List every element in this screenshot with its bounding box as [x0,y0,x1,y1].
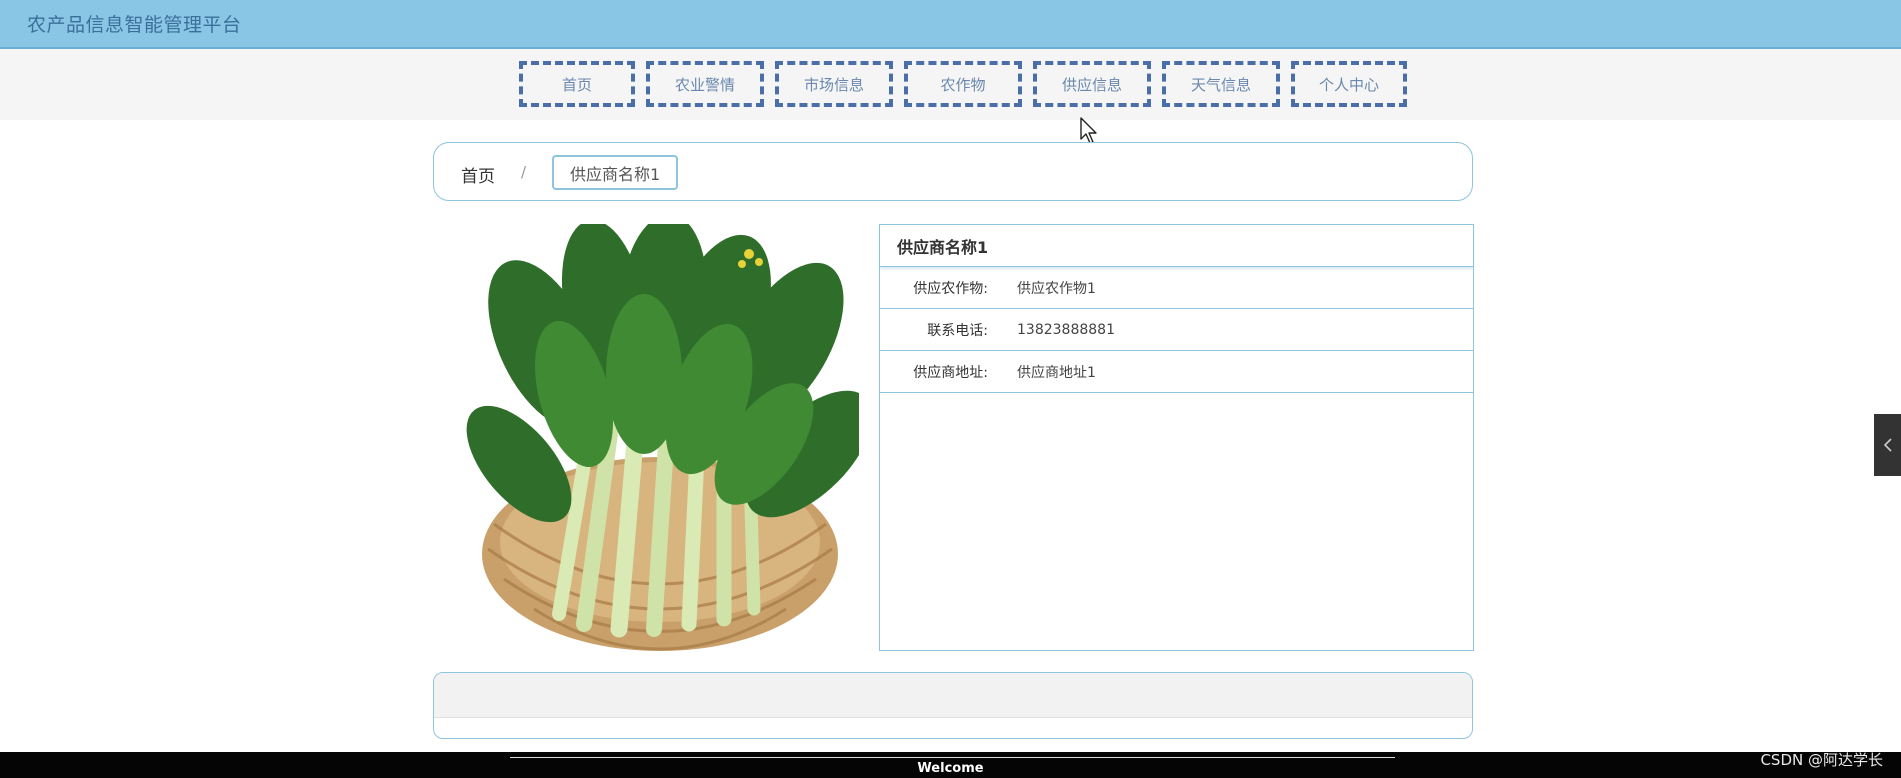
chevron-left-icon [1883,438,1892,452]
detail-value: 供应农作物1 [1017,280,1096,297]
top-bar: 农产品信息智能管理平台 [0,0,1901,49]
breadcrumb-current: 供应商名称1 [552,155,679,190]
detail-label: 联系电话: [927,322,988,339]
site-title: 农产品信息智能管理平台 [27,14,242,36]
side-panel-toggle[interactable] [1874,414,1901,476]
footer: Welcome [0,752,1901,778]
breadcrumb-separator: / [521,163,527,181]
detail-label: 供应农作物: [913,280,988,297]
breadcrumb-home[interactable]: 首页 [461,162,495,187]
product-image [464,224,859,651]
detail-row: 联系电话: 13823888881 [880,309,1473,351]
supplier-detail-panel: 供应商名称1 供应农作物: 供应农作物1 联系电话: 13823888881 供… [879,224,1474,651]
content-box-header [434,673,1472,718]
nav-agri-alert[interactable]: 农业警情 [646,61,764,107]
detail-label: 供应商地址: [913,364,988,381]
footer-welcome: Welcome [917,761,984,776]
nav-home[interactable]: 首页 [519,61,635,107]
nav-bar: 首页 农业警情 市场信息 农作物 供应信息 天气信息 个人中心 [0,49,1901,120]
nav-weather-info[interactable]: 天气信息 [1162,61,1280,107]
watermark: CSDN @阿达学长 [1760,751,1883,769]
detail-row: 供应商地址: 供应商地址1 [880,351,1473,393]
footer-divider [510,757,1395,758]
detail-value: 13823888881 [1017,321,1115,338]
mouse-cursor-icon [1080,117,1097,144]
supplier-name: 供应商名称1 [880,225,1473,267]
detail-row: 供应农作物: 供应农作物1 [880,267,1473,309]
nav-crops[interactable]: 农作物 [904,61,1022,107]
content-box [433,672,1473,739]
main-nav: 首页 农业警情 市场信息 农作物 供应信息 天气信息 个人中心 [519,61,1407,108]
detail-value: 供应商地址1 [1017,364,1096,381]
nav-market-info[interactable]: 市场信息 [775,61,893,107]
nav-personal-center[interactable]: 个人中心 [1291,61,1407,107]
breadcrumb: 首页 / 供应商名称1 [433,142,1473,201]
nav-supply-info[interactable]: 供应信息 [1033,61,1151,107]
